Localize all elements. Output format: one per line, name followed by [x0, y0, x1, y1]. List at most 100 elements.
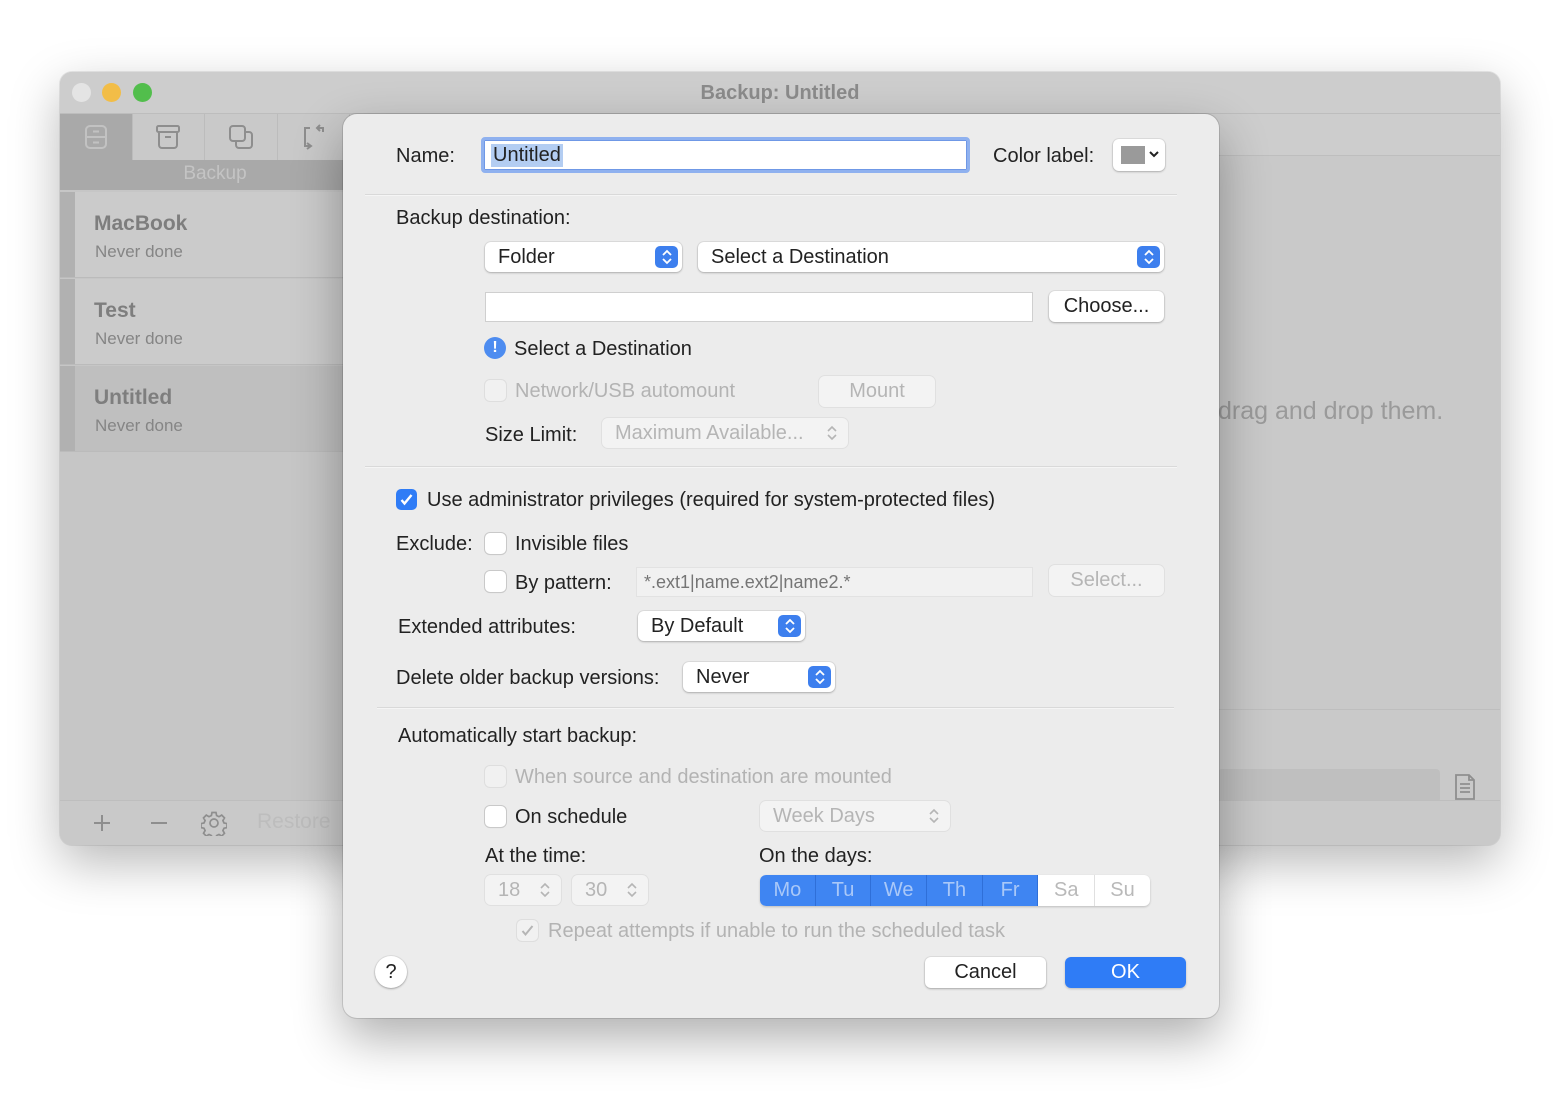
schedule-mode-select[interactable]: Week Days: [760, 801, 950, 831]
day-monday[interactable]: Mo: [760, 875, 816, 906]
updown-chevron-icon: [1137, 246, 1160, 268]
destination-target-value: Select a Destination: [711, 245, 889, 268]
days-label: On the days:: [759, 845, 873, 867]
toolbar-tabs: [60, 114, 350, 160]
active-tab-label: Backup: [183, 163, 247, 184]
size-limit-label: Size Limit:: [485, 424, 578, 446]
drop-hint: drag and drop them.: [1218, 397, 1444, 425]
archive-icon: [156, 125, 181, 149]
progress-bar: [1218, 769, 1440, 803]
color-swatch: [1121, 146, 1145, 164]
sync-icon: [304, 124, 325, 150]
extended-attributes-select[interactable]: By Default: [638, 611, 805, 641]
name-label: Name:: [396, 145, 455, 167]
destination-warning: Select a Destination: [514, 338, 692, 360]
tab-copy[interactable]: [205, 114, 278, 160]
updown-chevron-icon: [624, 875, 640, 905]
list-item[interactable]: MacBook Never done: [60, 192, 350, 278]
checkmark-icon: [400, 494, 413, 506]
minute-stepper[interactable]: 30: [572, 875, 648, 905]
drawer-icon: [84, 125, 107, 149]
when-mounted-label: When source and destination are mounted: [515, 766, 892, 788]
invisible-files-label: Invisible files: [515, 533, 629, 555]
minute-value: 30: [585, 878, 608, 901]
destination-label: Backup destination:: [396, 207, 571, 229]
gear-icon[interactable]: [201, 810, 227, 836]
choose-button[interactable]: Choose...: [1049, 291, 1164, 322]
backup-list: MacBook Never done Test Never done Untit…: [60, 190, 350, 800]
updown-chevron-icon: [655, 246, 678, 268]
pattern-select-button[interactable]: Select...: [1049, 565, 1164, 596]
updown-chevron-icon: [824, 418, 840, 448]
color-label-picker[interactable]: [1113, 139, 1165, 171]
size-limit-value: Maximum Available...: [615, 421, 804, 444]
name-value: Untitled: [491, 143, 563, 167]
extended-attributes-label: Extended attributes:: [398, 616, 576, 638]
extended-attributes-value: By Default: [651, 614, 744, 637]
day-sunday[interactable]: Su: [1094, 875, 1150, 906]
cancel-button[interactable]: Cancel: [925, 957, 1046, 988]
plus-icon[interactable]: [89, 810, 115, 836]
by-pattern-label: By pattern:: [515, 572, 612, 594]
when-mounted-checkbox[interactable]: [485, 766, 506, 787]
destination-path-field[interactable]: [485, 292, 1033, 322]
on-schedule-checkbox[interactable]: [485, 806, 506, 827]
updown-chevron-icon: [926, 801, 942, 831]
hour-stepper[interactable]: 18: [485, 875, 561, 905]
divider: [365, 194, 1177, 196]
divider: [1218, 709, 1500, 710]
destination-target-select[interactable]: Select a Destination: [698, 242, 1164, 272]
mount-button[interactable]: Mount: [819, 376, 935, 407]
checkmark-icon: [521, 925, 534, 937]
delete-older-select[interactable]: Never: [683, 662, 835, 692]
item-status: Never done: [95, 242, 183, 261]
invisible-files-checkbox[interactable]: [485, 533, 506, 554]
day-friday[interactable]: Fr: [982, 875, 1039, 906]
item-name: MacBook: [94, 212, 188, 235]
document-icon[interactable]: [1450, 772, 1480, 802]
automount-label: Network/USB automount: [515, 380, 736, 402]
item-status: Never done: [95, 329, 183, 348]
copy-icon: [228, 125, 253, 149]
pattern-input[interactable]: [636, 567, 1033, 597]
item-name: Untitled: [94, 386, 173, 409]
divider: [377, 707, 1174, 709]
days-segmented-control: Mo Tu We Th Fr Sa Su: [760, 875, 1150, 906]
updown-chevron-icon: [808, 666, 831, 688]
chevron-down-icon: [1149, 151, 1159, 158]
tab-sync[interactable]: [277, 114, 350, 160]
item-indicator: [60, 279, 75, 364]
size-limit-select[interactable]: Maximum Available...: [602, 418, 848, 448]
backup-settings-dialog: Name: Untitled Color label: Backup desti…: [343, 114, 1219, 1018]
minus-icon[interactable]: [146, 810, 172, 836]
admin-privileges-checkbox[interactable]: [396, 489, 417, 510]
list-item[interactable]: Test Never done: [60, 279, 350, 365]
ok-button[interactable]: OK: [1065, 957, 1186, 988]
tab-backup[interactable]: [60, 114, 133, 160]
day-wednesday[interactable]: We: [871, 875, 928, 906]
delete-older-label: Delete older backup versions:: [396, 667, 660, 689]
schedule-mode-value: Week Days: [773, 804, 875, 827]
day-tuesday[interactable]: Tu: [815, 875, 872, 906]
destination-type-select[interactable]: Folder: [485, 242, 682, 272]
info-icon: !: [484, 337, 506, 359]
day-thursday[interactable]: Th: [927, 875, 983, 906]
updown-chevron-icon: [537, 875, 553, 905]
tab-caption-bar: Backup: [60, 160, 350, 190]
auto-start-label: Automatically start backup:: [398, 725, 637, 747]
tab-archive[interactable]: [132, 114, 205, 160]
list-item[interactable]: Untitled Never done: [60, 366, 350, 452]
automount-checkbox[interactable]: [485, 380, 506, 401]
help-button[interactable]: ?: [375, 956, 407, 988]
restore-button[interactable]: Restore: [257, 810, 331, 834]
divider: [365, 466, 1177, 468]
exclude-label: Exclude:: [396, 533, 473, 555]
item-indicator: [60, 192, 75, 277]
window-title: Backup: Untitled: [700, 82, 860, 104]
repeat-attempts-checkbox[interactable]: [517, 920, 538, 941]
on-schedule-label: On schedule: [515, 806, 628, 828]
item-name: Test: [94, 299, 136, 322]
name-field[interactable]: Untitled: [481, 137, 970, 173]
by-pattern-checkbox[interactable]: [485, 571, 506, 592]
day-saturday[interactable]: Sa: [1038, 875, 1094, 906]
